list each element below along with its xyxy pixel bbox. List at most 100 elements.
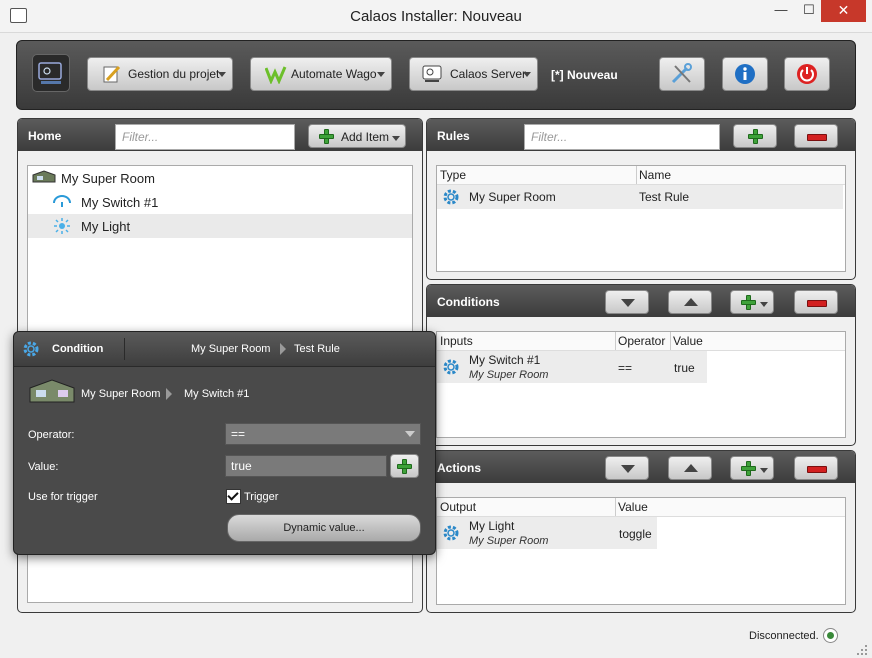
info-button[interactable] — [722, 57, 768, 91]
server-menu-button[interactable]: Calaos Server — [409, 57, 538, 91]
actions-table: Output Value My Light My Super Room togg… — [436, 497, 846, 605]
rules-table: Type Name My Super Room Test Rule — [436, 165, 846, 272]
tools-button[interactable] — [659, 57, 705, 91]
action-output-cell: My Light — [469, 519, 515, 533]
project-menu-button[interactable]: Gestion du projet — [87, 57, 233, 91]
column-header: Value — [673, 334, 703, 348]
operator-label: Operator: — [28, 429, 75, 441]
column-header: Inputs — [440, 334, 473, 348]
server-menu-label: Calaos Server — [450, 67, 527, 81]
rule-name-cell: Test Rule — [639, 190, 690, 204]
window-title: Calaos Installer: Nouveau — [350, 8, 522, 25]
add-value-button[interactable] — [390, 454, 419, 478]
actions-table-header: Output Value — [437, 498, 845, 517]
column-header: Name — [639, 168, 672, 182]
rules-panel: Rules Type Name My Super Room Test Rule — [426, 118, 856, 280]
add-item-button[interactable]: Add Item — [308, 124, 406, 148]
switch-icon — [53, 195, 71, 207]
connection-status-icon — [823, 628, 838, 643]
room-icon — [29, 379, 75, 403]
chevron-down-icon — [392, 136, 400, 141]
trigger-label: Use for trigger — [28, 491, 98, 503]
condition-popup-title: Condition — [52, 343, 104, 355]
power-icon — [797, 64, 817, 84]
minus-icon — [807, 300, 827, 307]
conditions-table: Inputs Operator Value My Switch #1 My Su… — [436, 331, 846, 438]
rule-type-cell: My Super Room — [469, 190, 556, 204]
operator-select[interactable]: == — [225, 423, 421, 445]
trigger-checkbox[interactable] — [226, 489, 241, 504]
home-panel-header: Home Add Item — [18, 119, 422, 151]
arrow-up-icon — [684, 298, 698, 306]
info-icon — [735, 64, 755, 84]
wago-menu-label: Automate Wago — [291, 67, 377, 81]
table-row[interactable]: My Light My Super Room toggle — [437, 517, 657, 549]
room-icon — [32, 170, 56, 183]
wago-menu-button[interactable]: Automate Wago — [250, 57, 392, 91]
title-bar: Calaos Installer: Nouveau — ☐ ✕ — [0, 0, 872, 33]
condition-input-cell: My Switch #1 — [469, 353, 541, 367]
home-filter-input[interactable] — [115, 124, 295, 150]
arrow-down-icon — [621, 299, 635, 307]
add-rule-button[interactable] — [733, 124, 777, 148]
chevron-down-icon — [377, 72, 385, 77]
resize-grip-icon[interactable] — [856, 644, 868, 656]
add-item-label: Add Item — [341, 130, 390, 144]
rules-panel-header: Rules — [427, 119, 855, 151]
move-action-up-button[interactable] — [668, 456, 712, 480]
remove-rule-button[interactable] — [794, 124, 838, 148]
tree-item-switch[interactable]: My Switch #1 — [28, 190, 412, 214]
plus-icon — [741, 295, 756, 310]
action-value-cell: toggle — [619, 527, 652, 541]
condition-room-cell: My Super Room — [469, 369, 549, 381]
condition-popup: Condition My Super Room Test Rule My Sup… — [13, 331, 436, 555]
gear-icon — [443, 525, 459, 541]
trigger-checkbox-label: Trigger — [244, 491, 279, 503]
add-condition-button[interactable] — [730, 290, 774, 314]
maximize-button[interactable]: ☐ — [795, 0, 823, 22]
power-button[interactable] — [784, 57, 830, 91]
conditions-panel-header: Conditions — [427, 285, 855, 317]
chevron-down-icon — [760, 468, 768, 473]
move-action-down-button[interactable] — [605, 456, 649, 480]
move-condition-down-button[interactable] — [605, 290, 649, 314]
calaos-logo-icon — [32, 54, 70, 92]
conditions-table-header: Inputs Operator Value — [437, 332, 845, 351]
conditions-panel: Conditions Inputs Operator Value My Swit… — [426, 284, 856, 446]
table-row[interactable]: My Super Room Test Rule — [437, 185, 843, 209]
arrow-up-icon — [684, 464, 698, 472]
connection-status: Disconnected. — [749, 630, 819, 642]
remove-condition-button[interactable] — [794, 290, 838, 314]
actions-panel-title: Actions — [437, 461, 482, 475]
main-toolbar: Gestion du projet Automate Wago Calaos S… — [16, 40, 856, 110]
rules-filter-input[interactable] — [524, 124, 720, 150]
action-room-cell: My Super Room — [469, 535, 549, 547]
arrow-down-icon — [621, 465, 635, 473]
tree-item-room[interactable]: My Super Room — [28, 166, 412, 190]
operator-select-value: == — [231, 427, 246, 441]
dynamic-value-button[interactable]: Dynamic value... — [227, 514, 421, 542]
value-input-text: true — [231, 459, 252, 473]
pencil-icon — [103, 65, 121, 83]
remove-action-button[interactable] — [794, 456, 838, 480]
tree-item-label: My Switch #1 — [81, 195, 159, 210]
project-name: [*] Nouveau — [551, 68, 618, 82]
value-input[interactable]: true — [225, 455, 387, 477]
chevron-down-icon — [760, 302, 768, 307]
minimize-button[interactable]: — — [767, 0, 795, 22]
move-condition-up-button[interactable] — [668, 290, 712, 314]
table-row[interactable]: My Switch #1 My Super Room == true — [437, 351, 707, 383]
add-action-button[interactable] — [730, 456, 774, 480]
column-header: Value — [618, 500, 648, 514]
close-button[interactable]: ✕ — [821, 0, 866, 22]
light-icon — [54, 218, 70, 234]
wrench-icon — [671, 63, 692, 84]
tree-item-label: My Super Room — [61, 171, 155, 186]
tree-item-light[interactable]: My Light — [28, 214, 412, 238]
condition-operator-cell: == — [618, 361, 633, 375]
home-panel-title: Home — [28, 129, 62, 143]
minus-icon — [807, 134, 827, 141]
gear-icon — [443, 359, 459, 375]
wago-icon — [265, 66, 287, 84]
chevron-down-icon — [523, 72, 531, 77]
